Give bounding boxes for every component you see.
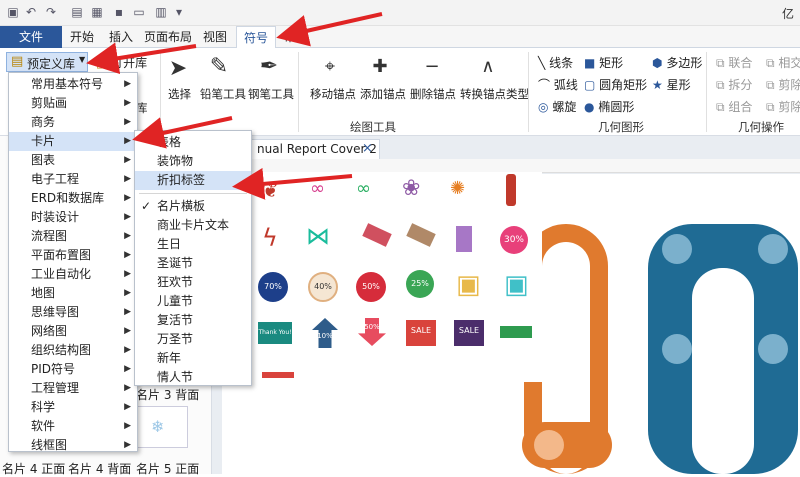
annotation-arrows bbox=[86, 12, 383, 200]
annotation-arrow bbox=[86, 42, 197, 75]
annotation-arrow bbox=[276, 12, 383, 47]
annotation-arrow bbox=[132, 116, 233, 149]
annotation-arrow bbox=[232, 167, 353, 200]
